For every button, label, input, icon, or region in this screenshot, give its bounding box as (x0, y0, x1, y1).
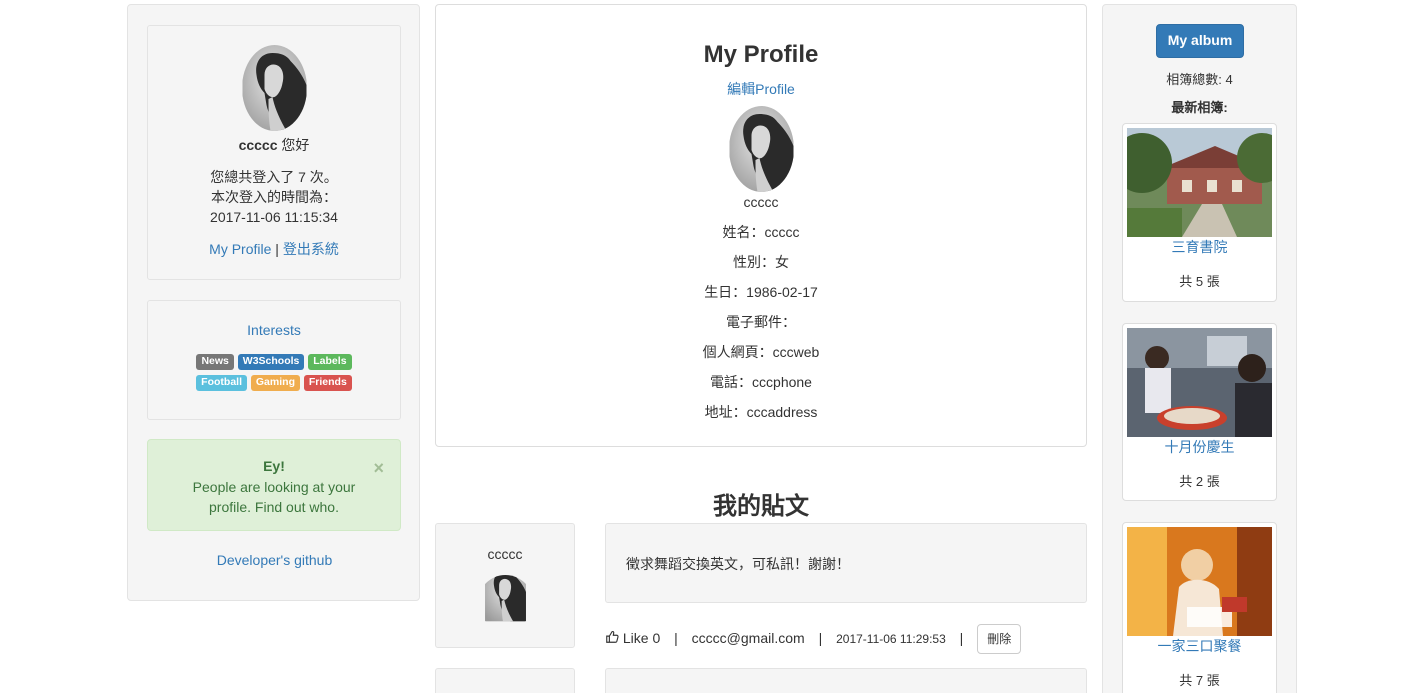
post-author-avatar (478, 575, 533, 630)
album-name[interactable]: 一家三口聚餐 (1123, 636, 1276, 656)
profile-avatar (729, 106, 794, 192)
right-sidebar: My album 相簿總數: 4 最新相簿: 三育書院 共 5 張 十月份慶生 … (1102, 4, 1297, 693)
meta-separator: | (959, 630, 964, 646)
post-email: ccccc@gmail.com (691, 630, 805, 646)
login-time: 2017-11-06 11:15:34 (210, 209, 338, 225)
profile-gender: 性別：女 (733, 254, 789, 270)
album-name[interactable]: 十月份慶生 (1123, 437, 1276, 457)
link-separator: | (275, 241, 279, 257)
album-thumbnail[interactable] (1127, 527, 1272, 636)
album-card[interactable]: 一家三口聚餐 共 7 張 (1122, 522, 1277, 693)
profile-address: 地址：cccaddress (704, 404, 818, 420)
interests-title[interactable]: Interests (148, 322, 400, 338)
album-card[interactable]: 十月份慶生 共 2 張 (1122, 323, 1277, 501)
album-count: 共 2 張 (1179, 474, 1220, 489)
greeting-username: ccccc (238, 137, 278, 153)
tag-football[interactable]: Football (196, 375, 247, 391)
album-latest-label: 最新相簿: (1171, 100, 1228, 115)
album-thumbnail[interactable] (1127, 328, 1272, 437)
visitors-alert: × Ey! People are looking at your profile… (147, 439, 401, 531)
post-content: 徵求舞蹈交換英文，可私訊！謝謝！ (626, 556, 850, 572)
posts-title: 我的貼文 (713, 493, 809, 520)
github-link[interactable]: Developer's github (128, 552, 421, 568)
left-sidebar: ccccc 您好 您總共登入了 7 次。 本次登入的時間為： 2017-11-0… (127, 4, 420, 601)
greeting: ccccc 您好 (148, 135, 400, 155)
profile-phone: 電話：cccphone (710, 374, 812, 390)
user-card: ccccc 您好 您總共登入了 7 次。 本次登入的時間為： 2017-11-0… (147, 25, 401, 280)
login-count: 您總共登入了 7 次。 (210, 169, 338, 185)
greeting-text: 您好 (281, 137, 310, 153)
my-profile-link[interactable]: My Profile (209, 241, 271, 257)
close-icon[interactable]: × (373, 458, 384, 479)
logout-link[interactable]: 登出系統 (283, 241, 339, 257)
album-total: 相簿總數: 4 (1166, 72, 1233, 87)
meta-separator: | (674, 630, 678, 646)
profile-username: ccccc (743, 194, 779, 210)
album-thumbnail[interactable] (1127, 128, 1272, 237)
album-name[interactable]: 三育書院 (1123, 237, 1276, 257)
login-time-label: 本次登入的時間為： (211, 189, 337, 205)
interest-tags: News W3Schools Labels Football Gaming Fr… (148, 350, 400, 392)
album-count: 共 5 張 (1179, 274, 1220, 289)
tag-labels[interactable]: Labels (308, 354, 352, 370)
post-author: ccccc (487, 546, 523, 562)
next-post-content-card (605, 668, 1087, 693)
album-count: 共 7 張 (1179, 673, 1220, 688)
meta-separator: | (818, 630, 823, 646)
profile-name: 姓名：ccccc (722, 224, 800, 240)
tag-w3schools[interactable]: W3Schools (237, 354, 305, 370)
profile-email: 電子郵件： (726, 314, 796, 330)
next-post-author-card (435, 668, 575, 693)
profile-birthday: 生日：1986-02-17 (704, 284, 818, 300)
tag-news[interactable]: News (196, 354, 234, 370)
post-meta: Like 0 | ccccc@gmail.com | 2017-11-06 11… (605, 623, 1022, 654)
my-album-button[interactable]: My album (1156, 24, 1244, 58)
edit-profile-link[interactable]: 編輯Profile (727, 79, 795, 99)
post-content-card: 徵求舞蹈交換英文，可私訊！謝謝！ (605, 523, 1087, 603)
album-card[interactable]: 三育書院 共 5 張 (1122, 123, 1277, 302)
like-label: Like 0 (622, 630, 661, 646)
like-button[interactable]: Like 0 (605, 630, 664, 646)
profile-card: My Profile 編輯Profile ccccc 姓名：ccccc 性別：女… (435, 4, 1087, 447)
page-title: My Profile (703, 41, 819, 68)
alert-text: People are looking at your profile. Find… (192, 479, 356, 515)
user-avatar (242, 45, 307, 131)
tag-friends[interactable]: Friends (303, 375, 352, 391)
delete-button[interactable]: 刪除 (977, 624, 1022, 654)
post-author-card: ccccc (435, 523, 575, 648)
profile-homepage: 個人網頁：cccweb (702, 344, 820, 360)
interests-card: Interests News W3Schools Labels Football… (147, 300, 401, 420)
thumbs-up-icon (606, 631, 619, 643)
alert-title: Ey! (263, 458, 285, 474)
post-timestamp: 2017-11-06 11:29:53 (836, 632, 946, 646)
tag-gaming[interactable]: Gaming (250, 375, 300, 391)
